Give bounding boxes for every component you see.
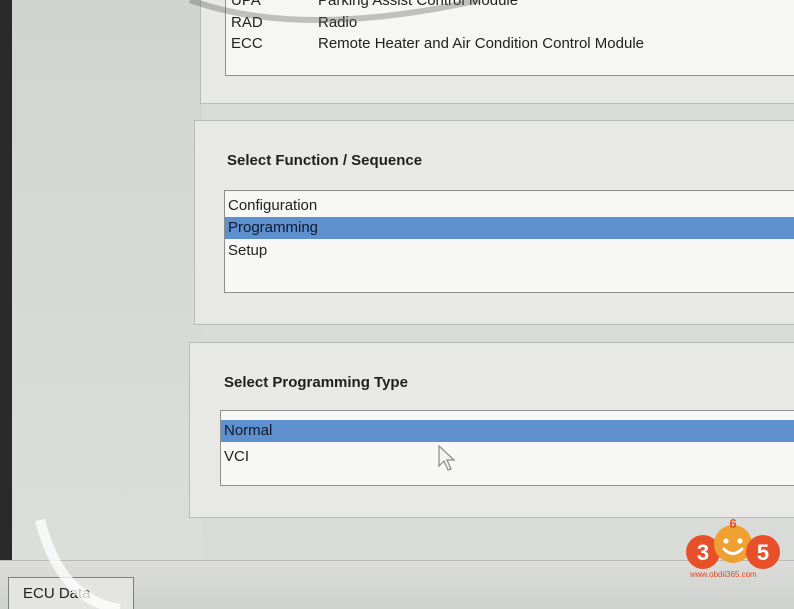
mouse-pointer-icon (438, 444, 456, 471)
logo-digit: 6 (729, 516, 736, 531)
list-item[interactable]: UPA Parking Assist Control Module (231, 0, 518, 14)
programming-section-title: Select Programming Type (224, 374, 408, 391)
logo-digit: 3 (697, 540, 709, 565)
function-section-title: Select Function / Sequence (227, 152, 423, 169)
list-item-vci[interactable]: VCI (221, 446, 794, 468)
ecu-name: Parking Assist Control Module (318, 0, 519, 9)
list-item[interactable]: ECC Remote Heater and Air Condition Contr… (231, 35, 644, 57)
watermark-url: www.obdii365.com (690, 570, 757, 579)
ecu-code: RAD (231, 14, 263, 31)
ecu-name: Radio (318, 14, 358, 31)
ecu-listbox[interactable]: UPA Parking Assist Control Module RAD Radi… (225, 0, 794, 76)
list-item-setup[interactable]: Setup (225, 240, 794, 262)
ecu-code: UPA (231, 0, 261, 9)
screen-edge (0, 0, 12, 609)
list-item[interactable]: RAD Radio (231, 14, 357, 36)
list-item-configuration[interactable]: Configuration (225, 195, 794, 217)
left-background (12, 0, 202, 570)
ecu-code: ECC (231, 35, 263, 52)
programming-type-listbox[interactable]: Normal VCI (220, 410, 794, 486)
list-item-programming[interactable]: Programming (225, 217, 794, 239)
ecu-name: Remote Heater and Air Condition Control … (318, 35, 645, 52)
function-listbox[interactable]: Configuration Programming Setup (224, 190, 794, 293)
list-item-normal[interactable]: Normal (221, 420, 794, 442)
logo-digit: 5 (757, 540, 769, 565)
tab-ecu-data[interactable]: ECU Data (8, 577, 134, 609)
